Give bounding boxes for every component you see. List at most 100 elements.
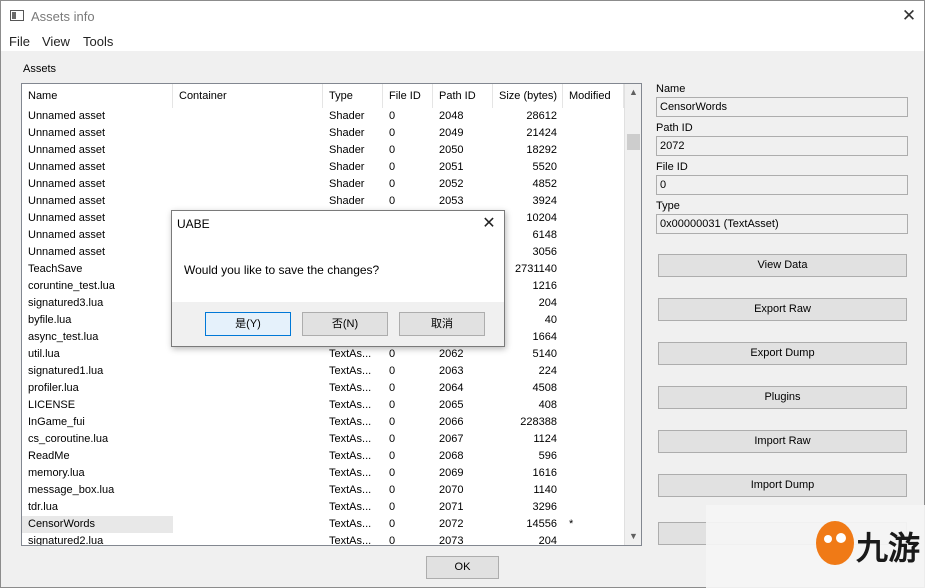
column-header-file-id[interactable]: File ID — [383, 84, 433, 108]
table-row[interactable]: Unnamed asset Shader 0 2048 28612 — [22, 108, 624, 125]
cell-name: Unnamed asset — [28, 229, 106, 241]
column-header-container[interactable]: Container — [173, 84, 323, 108]
cell-container — [173, 363, 323, 380]
cell-modified — [563, 414, 624, 431]
cell-modified — [563, 108, 624, 125]
cell-size: 14556 — [526, 518, 557, 530]
table-row[interactable]: message_box.lua TextAs... 0 2070 1140 — [22, 482, 624, 499]
close-icon[interactable]: ✕ — [474, 211, 504, 237]
cell-type: TextAs... — [329, 399, 372, 411]
cell-name: cs_coroutine.lua — [28, 433, 109, 445]
table-row[interactable]: Unnamed asset Shader 0 2051 5520 — [22, 159, 624, 176]
table-row[interactable]: LICENSE TextAs... 0 2065 408 — [22, 397, 624, 414]
cell-modified — [563, 448, 624, 465]
menu-bar: File View Tools — [1, 31, 924, 51]
view-data-button[interactable]: View Data — [658, 254, 907, 277]
cell-type: TextAs... — [329, 433, 372, 445]
cell-path-id: 2071 — [439, 501, 464, 513]
assets-info-window: Assets info ✕ File View Tools Assets Nam… — [0, 0, 925, 588]
close-icon[interactable]: ✕ — [894, 1, 924, 31]
cancel-button[interactable]: 取消 — [399, 312, 485, 336]
plugins-button[interactable]: Plugins — [658, 386, 907, 409]
arrow-up-icon[interactable]: ▲ — [625, 84, 641, 101]
dialog-body: UABE ✕ Would you like to save the change… — [172, 211, 504, 302]
table-row[interactable]: profiler.lua TextAs... 0 2064 4508 — [22, 380, 624, 397]
table-row[interactable]: cs_coroutine.lua TextAs... 0 2067 1124 — [22, 431, 624, 448]
table-row[interactable]: Unnamed asset Shader 0 2052 4852 — [22, 176, 624, 193]
save-changes-dialog: UABE ✕ Would you like to save the change… — [171, 210, 505, 347]
cell-path-id: 2069 — [439, 467, 464, 479]
cell-path-id: 2068 — [439, 450, 464, 462]
file-id-field[interactable]: 0 — [656, 175, 908, 195]
table-row[interactable]: Unnamed asset Shader 0 2049 21424 — [22, 125, 624, 142]
arrow-down-icon[interactable]: ▼ — [625, 528, 641, 545]
no-button[interactable]: 否(N) — [302, 312, 388, 336]
cell-type: TextAs... — [329, 535, 372, 545]
cell-name: profiler.lua — [28, 382, 79, 394]
cell-size: 596 — [538, 450, 557, 462]
table-row[interactable]: signatured2.lua TextAs... 0 2073 204 — [22, 533, 624, 545]
watermark-logo-icon — [816, 521, 854, 565]
cell-modified — [563, 499, 624, 516]
dialog-title: UABE — [177, 217, 210, 231]
cell-name: signatured1.lua — [28, 365, 104, 377]
import-dump-button[interactable]: Import Dump — [658, 474, 907, 497]
table-row[interactable]: ReadMe TextAs... 0 2068 596 — [22, 448, 624, 465]
export-raw-button[interactable]: Export Raw — [658, 298, 907, 321]
cell-type: TextAs... — [329, 501, 372, 513]
column-header-type[interactable]: Type — [323, 84, 383, 108]
cell-file-id: 0 — [389, 144, 396, 156]
table-row[interactable]: util.lua TextAs... 0 2062 5140 — [22, 346, 624, 363]
export-dump-button[interactable]: Export Dump — [658, 342, 907, 365]
cell-size: 4852 — [532, 178, 557, 190]
cell-path-id: 2070 — [439, 484, 464, 496]
cell-container — [173, 380, 323, 397]
cell-path-id: 2067 — [439, 433, 464, 445]
cell-container — [173, 414, 323, 431]
column-header-name[interactable]: Name — [22, 84, 173, 108]
cell-file-id: 0 — [389, 433, 396, 445]
yes-button[interactable]: 是(Y) — [205, 312, 291, 336]
cell-file-id: 0 — [389, 399, 396, 411]
cell-modified — [563, 159, 624, 176]
cell-name: LICENSE — [28, 399, 76, 411]
table-row[interactable]: memory.lua TextAs... 0 2069 1616 — [22, 465, 624, 482]
table-row[interactable]: Unnamed asset Shader 0 2053 3924 — [22, 193, 624, 210]
cell-path-id: 2051 — [439, 161, 464, 173]
cell-name: memory.lua — [28, 467, 85, 479]
column-header-size[interactable]: Size (bytes) — [493, 84, 563, 108]
table-row[interactable]: Unnamed asset Shader 0 2050 18292 — [22, 142, 624, 159]
vertical-scrollbar[interactable]: ▲ ▼ — [624, 84, 641, 545]
table-row[interactable]: InGame_fui TextAs... 0 2066 228388 — [22, 414, 624, 431]
window-title: Assets info — [31, 9, 95, 24]
table-row[interactable]: tdr.lua TextAs... 0 2071 3296 — [22, 499, 624, 516]
cell-path-id: 2049 — [439, 127, 464, 139]
type-field[interactable]: 0x00000031 (TextAsset) — [656, 214, 908, 234]
menu-file[interactable]: File — [9, 34, 30, 49]
cell-path-id: 2063 — [439, 365, 464, 377]
name-field[interactable]: CensorWords — [656, 97, 908, 117]
cell-type: TextAs... — [329, 467, 372, 479]
cell-path-id: 2050 — [439, 144, 464, 156]
cell-type: Shader — [329, 144, 365, 156]
cell-container — [173, 533, 323, 545]
table-row[interactable]: CensorWords TextAs... 0 2072 14556 * — [22, 516, 624, 533]
column-header-modified[interactable]: Modified — [563, 84, 624, 108]
ok-button[interactable]: OK — [426, 556, 499, 579]
column-header-path-id[interactable]: Path ID — [433, 84, 493, 108]
scroll-thumb[interactable] — [627, 134, 640, 150]
menu-tools[interactable]: Tools — [83, 34, 113, 49]
table-row[interactable]: signatured1.lua TextAs... 0 2063 224 — [22, 363, 624, 380]
import-raw-button[interactable]: Import Raw — [658, 430, 907, 453]
cell-modified: * — [569, 518, 574, 530]
cell-file-id: 0 — [389, 365, 396, 377]
cell-file-id: 0 — [389, 484, 396, 496]
cell-file-id: 0 — [389, 501, 396, 513]
cell-container — [173, 516, 323, 533]
cell-container — [173, 108, 323, 125]
cell-type: TextAs... — [329, 348, 372, 360]
cell-name: signatured2.lua — [28, 535, 104, 545]
cell-name: signatured3.lua — [28, 297, 104, 309]
menu-view[interactable]: View — [42, 34, 70, 49]
path-id-field[interactable]: 2072 — [656, 136, 908, 156]
